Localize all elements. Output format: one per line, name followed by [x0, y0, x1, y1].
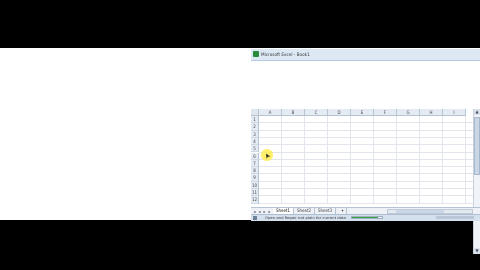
column-header[interactable]: C — [305, 109, 328, 116]
progress-bar — [351, 216, 383, 219]
row-header[interactable]: 7 — [251, 159, 259, 168]
column-header[interactable]: D — [328, 109, 351, 116]
column-header[interactable]: G — [397, 109, 420, 116]
column-header[interactable]: H — [420, 109, 443, 116]
zoom-slider[interactable] — [436, 216, 474, 219]
vertical-scrollbar[interactable]: ▲ ▼ — [473, 109, 480, 254]
gridline — [259, 144, 473, 146]
row-header[interactable]: 12 — [251, 196, 259, 204]
status-text: Open and Repair not plain for current da… — [265, 215, 346, 220]
spreadsheet-grid[interactable]: A B C D E F G H I 1 2 3 4 5 6 7 8 9 10 11 12 ➤ — [251, 109, 480, 254]
gridline — [259, 188, 473, 189]
gridline — [259, 173, 473, 175]
status-bar: Open and Repair not plain for current da… — [251, 214, 480, 221]
scroll-down-button[interactable]: ▼ — [474, 248, 480, 254]
column-header[interactable]: B — [282, 109, 305, 116]
row-header[interactable]: 5 — [251, 145, 259, 153]
row-header[interactable]: 6 — [251, 152, 259, 160]
row-header[interactable]: 10 — [251, 181, 259, 189]
row-header[interactable]: 3 — [251, 130, 259, 138]
gridline — [259, 158, 473, 160]
title-bar: Microsoft Excel - Book1 — [251, 49, 480, 61]
column-header[interactable]: A — [259, 109, 282, 116]
scroll-up-button[interactable]: ▲ — [474, 109, 480, 115]
column-header[interactable]: F — [374, 109, 397, 116]
window-title: Microsoft Excel - Book1 — [261, 52, 310, 57]
gridline — [259, 180, 473, 182]
gridline — [259, 195, 473, 197]
gridline — [259, 166, 473, 168]
select-all-corner[interactable] — [251, 109, 259, 116]
excel-app-icon[interactable] — [253, 51, 259, 57]
gridline — [259, 122, 473, 124]
row-header[interactable]: 9 — [251, 174, 259, 182]
status-icon — [253, 216, 257, 220]
excel-window: Microsoft Excel - Book1 ABCDEFGHI1234567… — [251, 49, 480, 254]
gridline — [259, 136, 473, 138]
column-header[interactable]: E — [351, 109, 374, 116]
ribbon-area — [251, 61, 480, 109]
row-header[interactable]: 1 — [251, 116, 259, 124]
gridline — [259, 202, 473, 204]
gridline — [259, 129, 473, 131]
row-header[interactable]: 8 — [251, 167, 259, 175]
horizontal-scroll-thumb[interactable] — [396, 210, 444, 213]
column-header[interactable]: I — [443, 109, 466, 116]
progress-fill — [352, 217, 378, 218]
row-header[interactable]: 2 — [251, 123, 259, 131]
vertical-scroll-thumb[interactable] — [474, 117, 480, 175]
row-header[interactable]: 11 — [251, 189, 259, 197]
row-header[interactable]: 4 — [251, 137, 259, 146]
gridline — [259, 151, 473, 153]
